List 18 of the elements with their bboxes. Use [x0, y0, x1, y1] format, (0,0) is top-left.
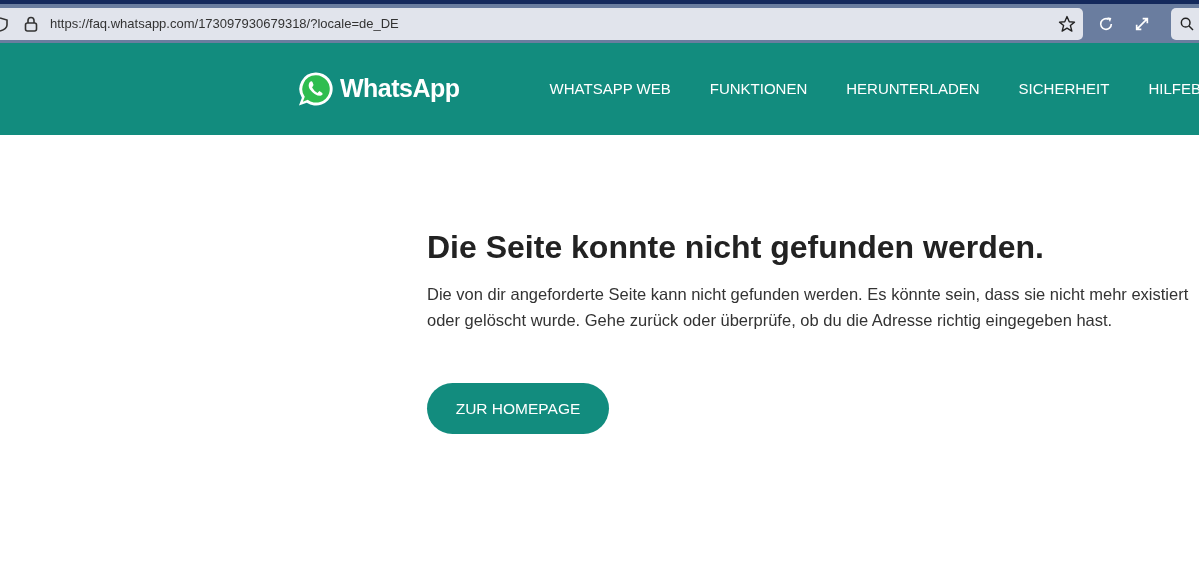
star-icon[interactable] — [1058, 14, 1076, 33]
url-text: https://faq.whatsapp.com/173097930679318/?locale=de_DE — [50, 14, 399, 33]
expand-icon[interactable] — [1134, 15, 1150, 32]
error-message: Die von dir angeforderte Seite kann nicht gefunden werden. Es könnte sein, dass sie nicht mehr existiert oder gelöscht wurde. Gehe zurück oder überprüfe, ob du die Adresse richtig eingegeben hast. — [427, 284, 1190, 331]
reload-icon[interactable] — [1098, 15, 1114, 32]
nav-link[interactable]: HERUNTERLADEN — [846, 77, 980, 101]
homepage-button[interactable]: ZUR HOMEPAGE — [427, 383, 609, 434]
search-icon — [1179, 15, 1195, 32]
search-box[interactable] — [1171, 7, 1199, 40]
nav-link[interactable]: WHATSAPP WEB — [549, 77, 671, 101]
shield-icon — [0, 15, 10, 32]
whatsapp-logo-icon[interactable] — [297, 70, 334, 108]
page-title: Die Seite konnte nicht gefunden werden. — [427, 228, 1045, 267]
address-bar[interactable]: https://faq.whatsapp.com/173097930679318/?locale=de_DE — [0, 7, 1083, 40]
logo-text[interactable]: WhatsApp — [340, 70, 460, 108]
lock-icon — [24, 15, 38, 32]
nav-link[interactable]: FUNKTIONEN — [709, 77, 808, 101]
nav-link[interactable]: SICHERHEIT — [1018, 77, 1110, 101]
